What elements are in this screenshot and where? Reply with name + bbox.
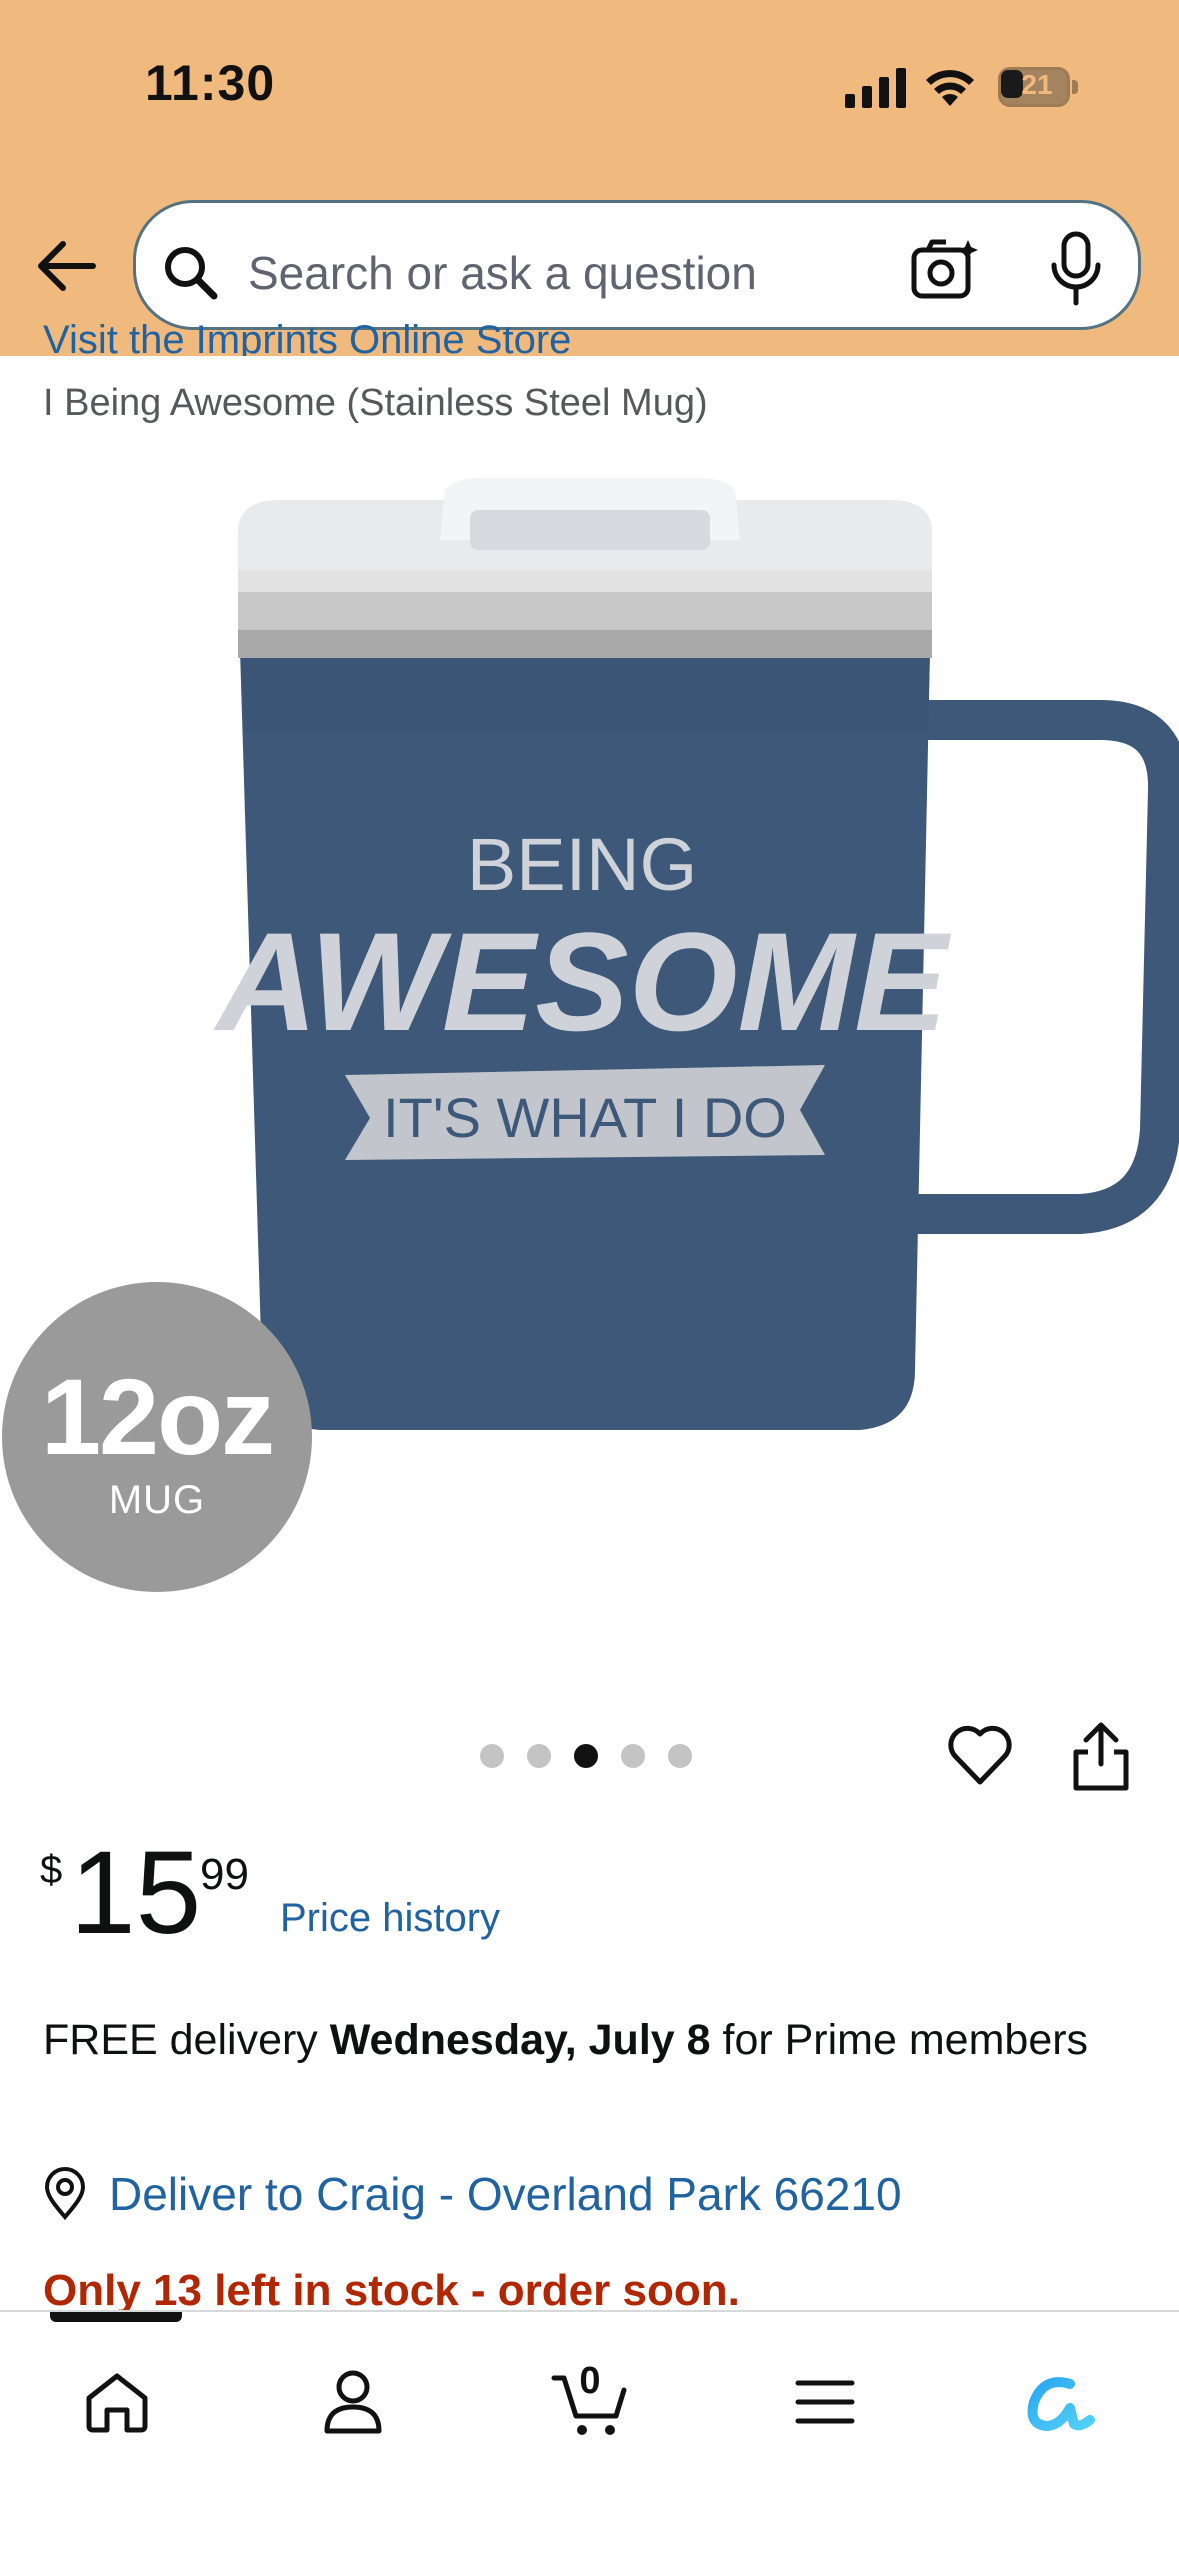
nav-menu[interactable] [770, 2352, 880, 2452]
mug-print-line2: AWESOME [213, 903, 951, 1060]
share-icon[interactable] [1070, 1720, 1132, 1792]
nav-cart[interactable]: 0 [535, 2352, 645, 2452]
mug-print-line1: BEING [467, 823, 697, 906]
search-icon [165, 247, 218, 300]
bottom-nav: 0 [0, 2310, 1179, 2556]
battery-level: 21 [1021, 69, 1053, 100]
cart-count: 0 [579, 2360, 601, 2402]
search-input[interactable]: Search or ask a question [248, 246, 757, 300]
nav-account[interactable] [298, 2352, 408, 2452]
delivery-prefix: FREE delivery [43, 2016, 330, 2064]
deliver-to-text[interactable]: Deliver to Craig - Overland Park 66210 [109, 2167, 902, 2221]
battery-icon: 21 [998, 67, 1078, 107]
back-arrow-icon [38, 241, 96, 291]
price-history-link[interactable]: Price history [280, 1896, 500, 1941]
delivery-suffix: for Prime members [710, 2016, 1089, 2064]
size-badge: 12oz MUG [2, 1282, 312, 1592]
carousel-dot[interactable] [480, 1744, 504, 1768]
carousel-dot[interactable] [527, 1744, 551, 1768]
price-fraction: 99 [200, 1850, 249, 1899]
cellular-signal-icon [845, 68, 906, 108]
stock-status: Only 13 left in stock - order soon. [43, 2266, 740, 2314]
product-title: I Being Awesome (Stainless Steel Mug) [43, 382, 708, 424]
home-icon [86, 2373, 148, 2433]
menu-icon [795, 2380, 855, 2424]
heart-icon[interactable] [945, 1720, 1015, 1790]
back-button[interactable] [30, 230, 102, 302]
microphone-icon[interactable] [1048, 231, 1104, 307]
image-carousel-dots[interactable] [480, 1744, 692, 1768]
status-bar: 11:30 21 [0, 0, 1179, 175]
status-time: 11:30 [145, 55, 276, 111]
nav-active-indicator [50, 2312, 182, 2322]
carousel-dot-active[interactable] [574, 1744, 598, 1768]
mug-print-banner: IT'S WHAT I DO [383, 1086, 787, 1149]
carousel-dot[interactable] [668, 1744, 692, 1768]
search-bar[interactable]: Search or ask a question [133, 200, 1141, 330]
price-symbol: $ [40, 1848, 63, 1892]
delivery-date: Wednesday, July 8 [329, 2016, 711, 2064]
rufus-ai-icon [1027, 2377, 1095, 2431]
nav-home[interactable] [62, 2352, 172, 2452]
header: 11:30 21 Search or ask a question [0, 0, 1179, 356]
badge-size: 12oz [40, 1356, 275, 1477]
store-link[interactable]: Visit the Imprints Online Store [43, 318, 571, 356]
price-whole: 15 [70, 1827, 202, 1959]
badge-label: MUG [108, 1478, 206, 1522]
wifi-icon [926, 70, 974, 106]
camera-search-icon[interactable] [910, 236, 980, 302]
account-icon [324, 2370, 382, 2434]
carousel-dot[interactable] [621, 1744, 645, 1768]
deliver-to-link[interactable]: Deliver to Craig - Overland Park 66210 [43, 2164, 902, 2224]
nav-rufus[interactable] [1005, 2352, 1115, 2452]
location-pin-icon [44, 2167, 86, 2221]
delivery-info: FREE delivery Wednesday, July 8 for Prim… [43, 2010, 1123, 2070]
